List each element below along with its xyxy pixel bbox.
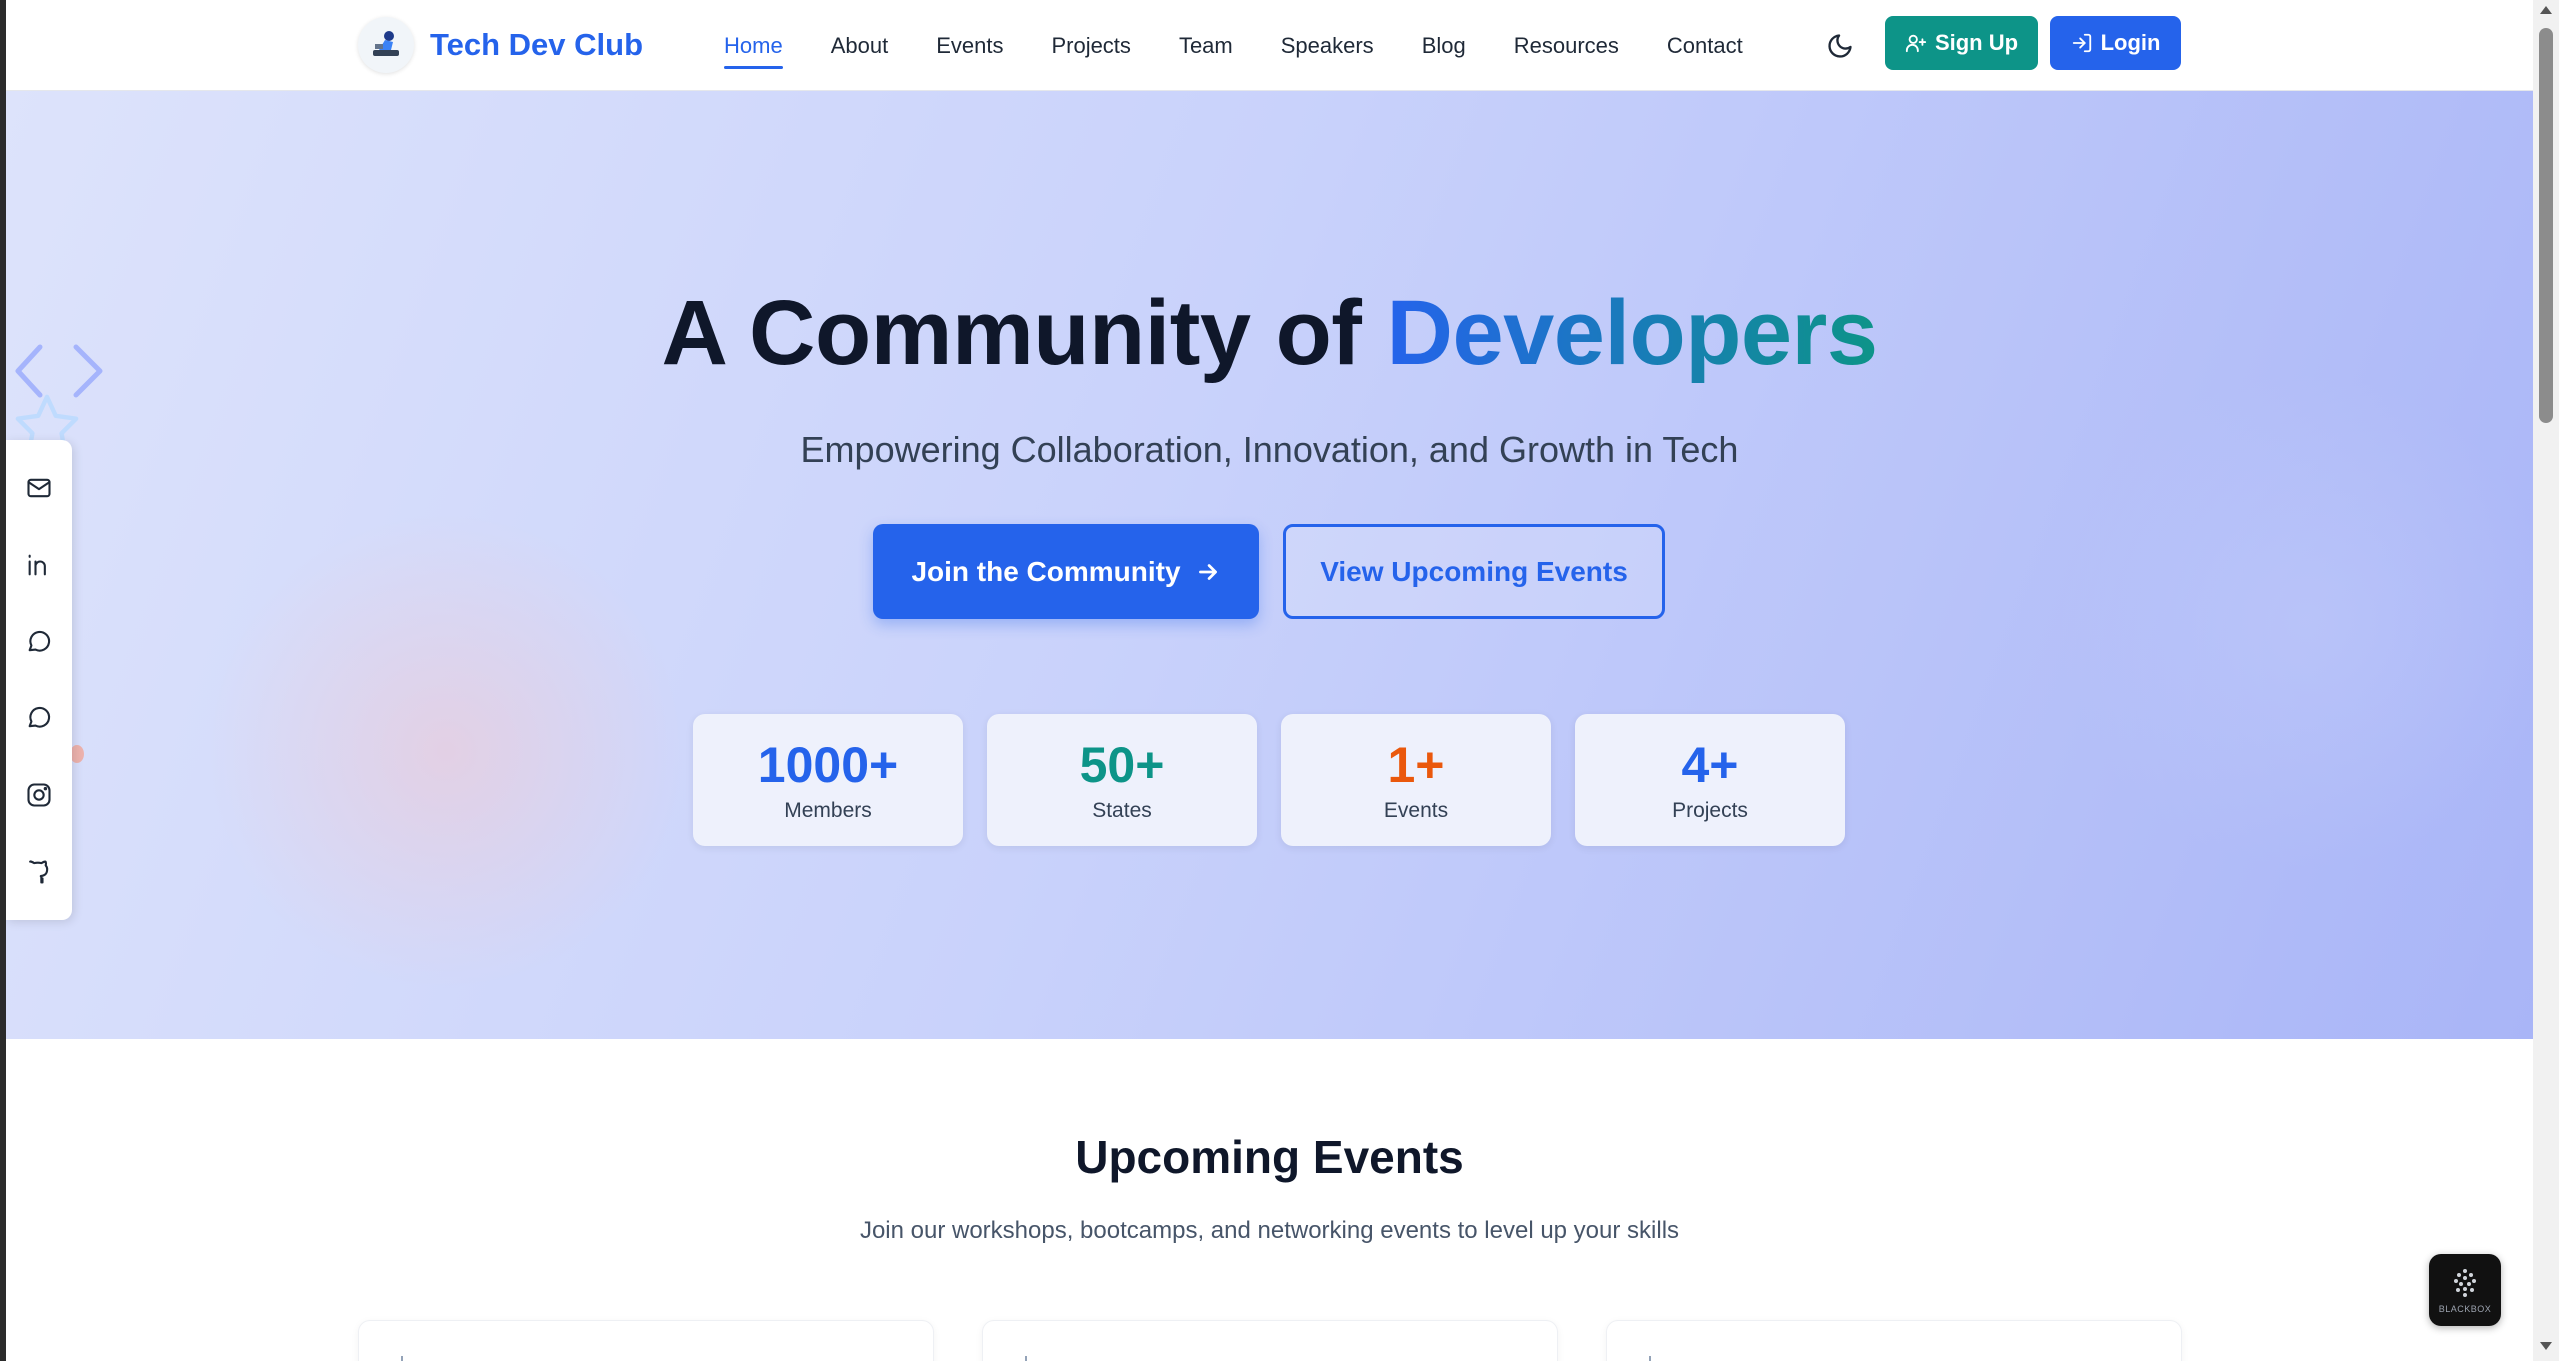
stat-label: States — [1092, 798, 1152, 822]
login-button[interactable]: Login — [2050, 16, 2181, 70]
stat-value: 50+ — [1079, 736, 1165, 793]
page-scrollbar[interactable] — [2533, 0, 2559, 1361]
login-label: Login — [2100, 30, 2161, 55]
view-events-label: View Upcoming Events — [1320, 555, 1628, 587]
nav-team[interactable]: Team — [1179, 29, 1233, 63]
brand-name: Tech Dev Club — [430, 27, 644, 62]
stat-card-events: 1+ Events — [1281, 714, 1551, 846]
hero-glow-decoration — [206, 511, 686, 991]
theme-toggle-button[interactable] — [1820, 26, 1860, 66]
hero-title-accent: Developers — [1386, 282, 1879, 384]
hero-title: A Community of Developers — [6, 281, 2533, 386]
nav-speakers[interactable]: Speakers — [1281, 29, 1374, 63]
upcoming-events-subtitle: Join our workshops, bootcamps, and netwo… — [859, 1217, 1680, 1244]
dots-logo-icon — [2454, 1269, 2476, 1297]
scroll-down-arrow-icon[interactable] — [2540, 1342, 2552, 1350]
stat-card-projects: 4+ Projects — [1575, 714, 1845, 846]
stat-card-members: 1000+ Members — [693, 714, 963, 846]
stat-value: 1+ — [1387, 736, 1445, 793]
social-sidebar — [6, 440, 72, 920]
event-card[interactable] — [1606, 1320, 2182, 1361]
club-mascot-logo — [358, 17, 414, 73]
hero-section: A Community of Developers Empowering Col… — [6, 91, 2533, 1039]
page: Tech Dev Club Home About Events Projects… — [6, 0, 2533, 1361]
instagram-icon[interactable] — [19, 775, 59, 815]
login-icon — [2072, 33, 2091, 53]
stat-card-states: 50+ States — [987, 714, 1257, 846]
sign-up-label: Sign Up — [1934, 30, 2019, 55]
nav-projects[interactable]: Projects — [1051, 29, 1130, 63]
event-card[interactable] — [358, 1320, 934, 1361]
linkedin-icon[interactable] — [19, 545, 59, 585]
stat-label: Events — [1383, 798, 1449, 822]
nav-resources[interactable]: Resources — [1514, 29, 1619, 63]
message-icon[interactable] — [19, 698, 59, 738]
mail-icon[interactable] — [19, 468, 59, 508]
scrollbar-thumb[interactable] — [2539, 28, 2553, 423]
scroll-up-arrow-icon[interactable] — [2540, 6, 2552, 14]
nav-home[interactable]: Home — [724, 29, 783, 69]
stats-row: 1000+ Members 50+ States 1+ Events 4+ Pr… — [693, 714, 1845, 846]
brand[interactable]: Tech Dev Club — [358, 16, 643, 74]
nav-blog[interactable]: Blog — [1422, 29, 1466, 63]
card-detail — [1649, 1356, 1657, 1361]
stat-value: 1000+ — [757, 736, 899, 793]
nav-about[interactable]: About — [831, 29, 889, 63]
dot-decoration — [70, 745, 84, 763]
widget-label: BLACKBOX — [2438, 1304, 2492, 1314]
blackbox-widget-button[interactable]: BLACKBOX — [2429, 1254, 2501, 1326]
main-nav: Home About Events Projects Team Speakers… — [724, 0, 1743, 91]
sign-up-button[interactable]: Sign Up — [1885, 16, 2038, 70]
chat-icon[interactable] — [19, 622, 59, 662]
upcoming-events-title: Upcoming Events — [1075, 1131, 1464, 1183]
user-plus-icon — [1905, 34, 1927, 53]
arrow-right-icon — [1198, 563, 1217, 580]
card-detail — [1025, 1356, 1033, 1361]
nav-contact[interactable]: Contact — [1667, 29, 1743, 63]
github-icon[interactable] — [19, 852, 59, 892]
event-card[interactable] — [982, 1320, 1558, 1361]
navbar: Tech Dev Club Home About Events Projects… — [6, 0, 2533, 91]
moon-icon — [1828, 34, 1852, 58]
join-community-label: Join the Community — [911, 555, 1181, 587]
hero-title-prefix: A Community of — [661, 282, 1387, 384]
hero-subtitle: Empowering Collaboration, Innovation, an… — [800, 429, 1739, 470]
nav-events[interactable]: Events — [936, 29, 1003, 63]
join-community-button[interactable]: Join the Community — [873, 524, 1259, 619]
view-events-button[interactable]: View Upcoming Events — [1283, 524, 1665, 619]
stat-value: 4+ — [1681, 736, 1739, 793]
card-detail — [401, 1356, 409, 1361]
stat-label: Projects — [1672, 798, 1748, 822]
stat-label: Members — [784, 798, 872, 822]
